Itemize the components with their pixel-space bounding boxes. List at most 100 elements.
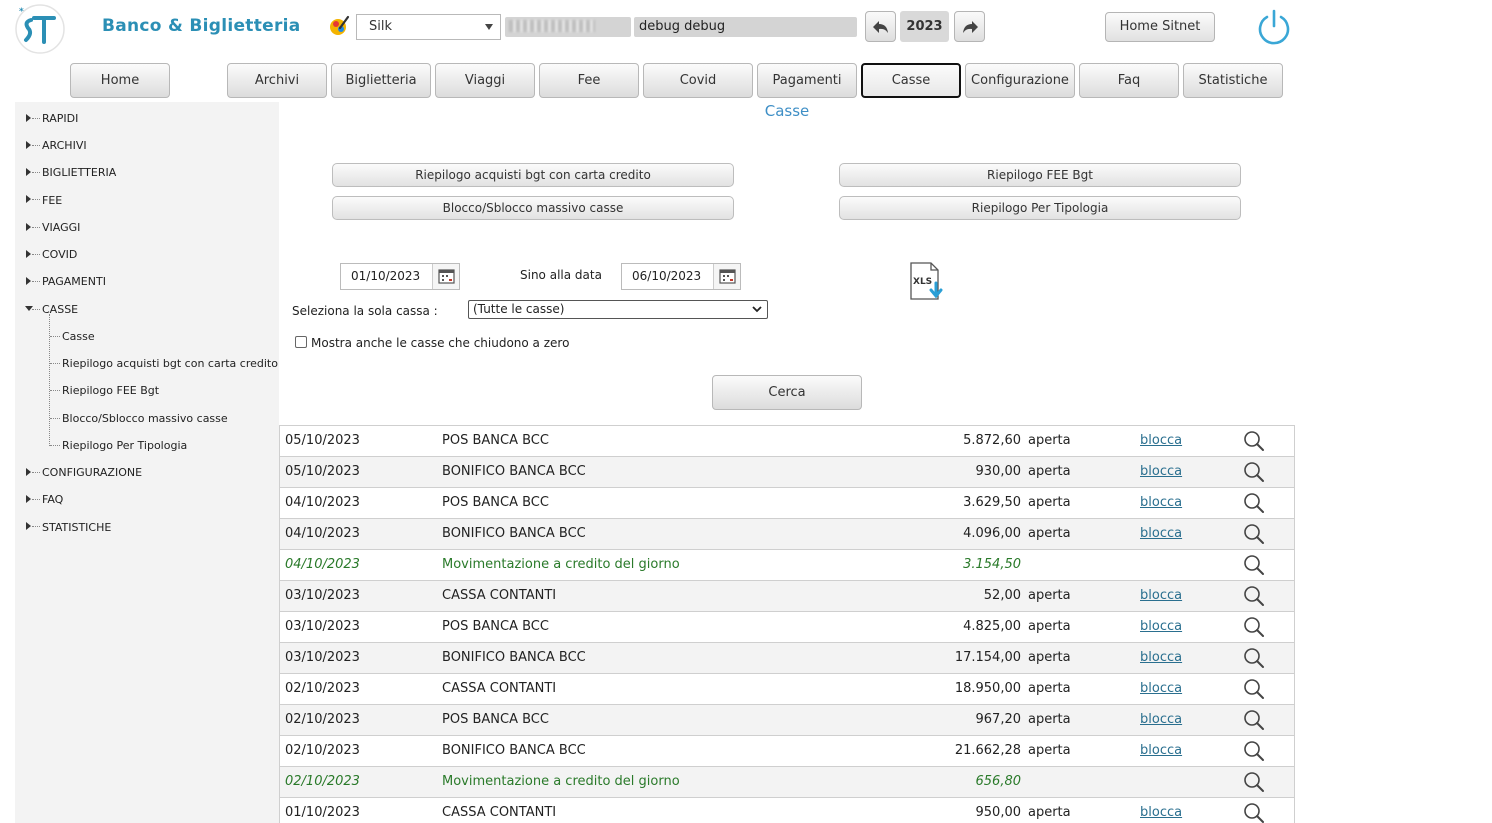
xls-export-icon[interactable]: XLS xyxy=(907,261,947,303)
menu-configurazione[interactable]: Configurazione xyxy=(965,63,1075,98)
row-date: 04/10/2023 xyxy=(285,495,360,510)
row-description: BONIFICO BANCA BCC xyxy=(442,650,586,665)
menu-statistiche[interactable]: Statistiche xyxy=(1183,63,1283,98)
riepilogo-tipologia-button[interactable]: Riepilogo Per Tipologia xyxy=(839,196,1241,220)
row-amount: 4.096,00 xyxy=(963,526,1021,541)
menu-faq[interactable]: Faq xyxy=(1079,63,1179,98)
row-status: aperta xyxy=(1028,681,1071,696)
home-sitnet-button[interactable]: Home Sitnet xyxy=(1105,12,1215,42)
svg-text:*: * xyxy=(19,7,24,17)
row-amount: 21.662,28 xyxy=(954,743,1021,758)
expand-arrow-icon xyxy=(26,468,31,476)
row-status: aperta xyxy=(1028,495,1071,510)
row-amount: 950,00 xyxy=(975,805,1022,820)
row-description: POS BANCA BCC xyxy=(442,619,549,634)
cassa-select-value: (Tutte le casse) xyxy=(473,302,565,316)
menu-viaggi[interactable]: Viaggi xyxy=(435,63,535,98)
magnifier-icon[interactable] xyxy=(1243,616,1265,638)
row-amount: 967,20 xyxy=(975,712,1022,727)
row-status: aperta xyxy=(1028,433,1071,448)
magnifier-icon[interactable] xyxy=(1243,802,1265,823)
row-date: 04/10/2023 xyxy=(285,557,360,572)
sidebar-tree: RAPIDI ARCHIVI BIGLIETTERIA FEE VIAGGI C… xyxy=(15,102,279,823)
table-row: 02/10/2023 BONIFICO BANCA BCC 21.662,28 ape… xyxy=(280,735,1294,766)
expand-arrow-icon xyxy=(26,250,31,258)
calendar-icon[interactable] xyxy=(432,264,459,289)
magnifier-icon[interactable] xyxy=(1243,492,1265,514)
blocca-link[interactable]: blocca xyxy=(1140,433,1182,448)
table-row: 03/10/2023 BONIFICO BANCA BCC 17.154,00 ape… xyxy=(280,642,1294,673)
row-amount: 4.825,00 xyxy=(963,619,1021,634)
zero-casse-checkbox[interactable] xyxy=(295,336,307,348)
date-from-value: 01/10/2023 xyxy=(351,269,421,283)
magnifier-icon[interactable] xyxy=(1243,709,1265,731)
magnifier-icon[interactable] xyxy=(1243,461,1265,483)
next-year-button[interactable] xyxy=(954,11,985,42)
blocca-link[interactable]: blocca xyxy=(1140,526,1182,541)
theme-palette-icon[interactable] xyxy=(328,14,350,38)
menu-covid[interactable]: Covid xyxy=(643,63,753,98)
magnifier-icon[interactable] xyxy=(1243,740,1265,762)
svg-text:XLS: XLS xyxy=(913,277,932,287)
menu-archivi[interactable]: Archivi xyxy=(227,63,327,98)
magnifier-icon[interactable] xyxy=(1243,585,1265,607)
menu-home[interactable]: Home xyxy=(70,63,170,98)
table-row: 04/10/2023 BONIFICO BANCA BCC 4.096,00 aper… xyxy=(280,518,1294,549)
row-description: Movimentazione a credito del giorno xyxy=(442,774,680,789)
sidebar-item-label: RAPIDI xyxy=(42,112,79,125)
expand-arrow-icon xyxy=(26,168,31,176)
row-status: aperta xyxy=(1028,805,1071,820)
calendar-icon[interactable] xyxy=(713,264,740,289)
blocca-link[interactable]: blocca xyxy=(1140,681,1182,696)
date-to-value: 06/10/2023 xyxy=(632,269,702,283)
magnifier-icon[interactable] xyxy=(1243,771,1265,793)
user-code-field xyxy=(505,17,631,37)
magnifier-icon[interactable] xyxy=(1243,523,1265,545)
blocca-link[interactable]: blocca xyxy=(1140,712,1182,727)
power-icon[interactable] xyxy=(1255,8,1293,46)
sidebar-item-label: PAGAMENTI xyxy=(42,275,106,288)
row-date: 05/10/2023 xyxy=(285,433,360,448)
chevron-down-icon xyxy=(752,306,762,313)
table-row: 04/10/2023 Movimentazione a credito del g… xyxy=(280,549,1294,580)
date-to-label: Sino alla data xyxy=(520,268,602,282)
blocca-link[interactable]: blocca xyxy=(1140,588,1182,603)
magnifier-icon[interactable] xyxy=(1243,678,1265,700)
menu-fee[interactable]: Fee xyxy=(539,63,639,98)
cassa-select[interactable]: (Tutte le casse) xyxy=(468,300,768,319)
menu-pagamenti[interactable]: Pagamenti xyxy=(757,63,857,98)
blocco-massivo-button[interactable]: Blocco/Sblocco massivo casse xyxy=(332,196,734,220)
menu-biglietteria[interactable]: Biglietteria xyxy=(331,63,431,98)
previous-year-button[interactable] xyxy=(865,11,896,42)
menu-casse[interactable]: Casse xyxy=(861,63,961,98)
row-date: 01/10/2023 xyxy=(285,805,360,820)
row-amount: 656,80 xyxy=(975,774,1022,789)
cassa-select-label: Seleziona la sola cassa : xyxy=(292,304,438,318)
row-description: CASSA CONTANTI xyxy=(442,588,557,603)
magnifier-icon[interactable] xyxy=(1243,647,1265,669)
cerca-button[interactable]: Cerca xyxy=(712,375,862,410)
theme-select[interactable]: Silk xyxy=(356,14,501,40)
blocca-link[interactable]: blocca xyxy=(1140,743,1182,758)
back-arrow-icon xyxy=(873,21,888,33)
row-status: aperta xyxy=(1028,743,1071,758)
magnifier-icon[interactable] xyxy=(1243,430,1265,452)
sidebar-subitem-label: Blocco/Sblocco massivo casse xyxy=(62,412,228,425)
blocca-link[interactable]: blocca xyxy=(1140,464,1182,479)
magnifier-icon[interactable] xyxy=(1243,554,1265,576)
blocca-link[interactable]: blocca xyxy=(1140,619,1182,634)
date-to-field[interactable]: 06/10/2023 xyxy=(621,263,741,290)
row-status: aperta xyxy=(1028,712,1071,727)
blocca-link[interactable]: blocca xyxy=(1140,650,1182,665)
riepilogo-carta-button[interactable]: Riepilogo acquisti bgt con carta credito xyxy=(332,163,734,187)
table-row: 01/10/2023 CASSA CONTANTI 950,00 aperta bloc… xyxy=(280,797,1294,823)
blocca-link[interactable]: blocca xyxy=(1140,495,1182,510)
table-row: 05/10/2023 POS BANCA BCC 5.872,60 aperta blo… xyxy=(280,425,1294,456)
row-date: 03/10/2023 xyxy=(285,619,360,634)
row-status: aperta xyxy=(1028,619,1071,634)
date-from-field[interactable]: 01/10/2023 xyxy=(340,263,460,290)
blocca-link[interactable]: blocca xyxy=(1140,805,1182,820)
theme-select-value: Silk xyxy=(369,19,393,34)
row-status: aperta xyxy=(1028,464,1071,479)
riepilogo-fee-button[interactable]: Riepilogo FEE Bgt xyxy=(839,163,1241,187)
